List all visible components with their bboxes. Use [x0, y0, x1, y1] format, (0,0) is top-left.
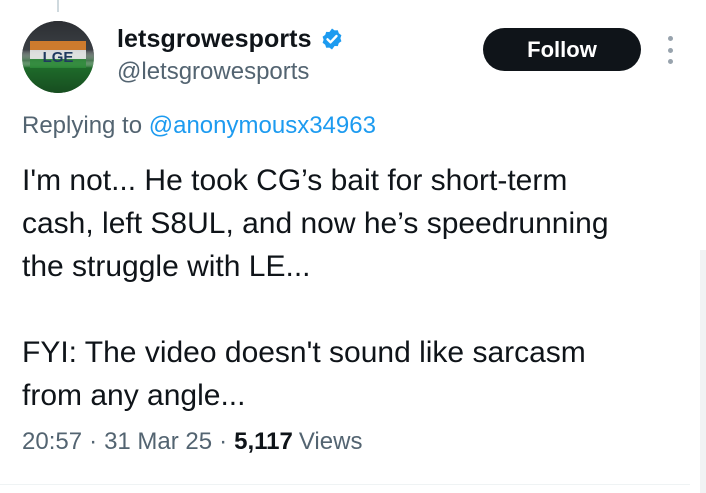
more-options-icon[interactable] [659, 36, 681, 64]
thread-connector-line [57, 0, 59, 12]
divider [0, 484, 690, 485]
name-row: letsgrowesports [117, 22, 344, 56]
views-label: Views [298, 428, 363, 455]
meta-separator: · [89, 428, 98, 455]
avatar-logo-icon: LGE [22, 21, 94, 93]
views-count: 5,117 [234, 428, 293, 455]
tweet-paragraph: I'm not... He took CG’s bait for short-t… [22, 164, 609, 283]
tweet-paragraph: FYI: The video doesn't sound like sarcas… [22, 336, 586, 412]
meta-separator: · [219, 428, 228, 455]
reply-mention-link[interactable]: @anonymousx34963 [149, 112, 376, 139]
more-dot [667, 36, 673, 41]
verified-badge-icon[interactable] [320, 27, 344, 51]
follow-button[interactable]: Follow [483, 28, 641, 71]
more-dot [667, 59, 673, 64]
user-handle[interactable]: @letsgrowesports [117, 58, 344, 86]
replying-prefix: Replying to [22, 112, 143, 139]
display-name[interactable]: letsgrowesports [117, 25, 312, 54]
user-info: letsgrowesports @letsgrowesports [117, 22, 344, 86]
avatar[interactable]: LGE [22, 21, 94, 93]
tweet-text: I'm not... He took CG’s bait for short-t… [22, 159, 702, 417]
scrollbar-track[interactable] [700, 250, 706, 493]
tweet-date[interactable]: 31 Mar 25 [104, 428, 212, 456]
tweet-meta: 20:57 · 31 Mar 25 · 5,117 Views [22, 428, 362, 456]
avatar-logo-text: LGE [43, 49, 74, 66]
replying-to: Replying to @anonymousx34963 [22, 112, 376, 140]
tweet-time[interactable]: 20:57 [22, 428, 82, 456]
more-dot [667, 47, 673, 53]
